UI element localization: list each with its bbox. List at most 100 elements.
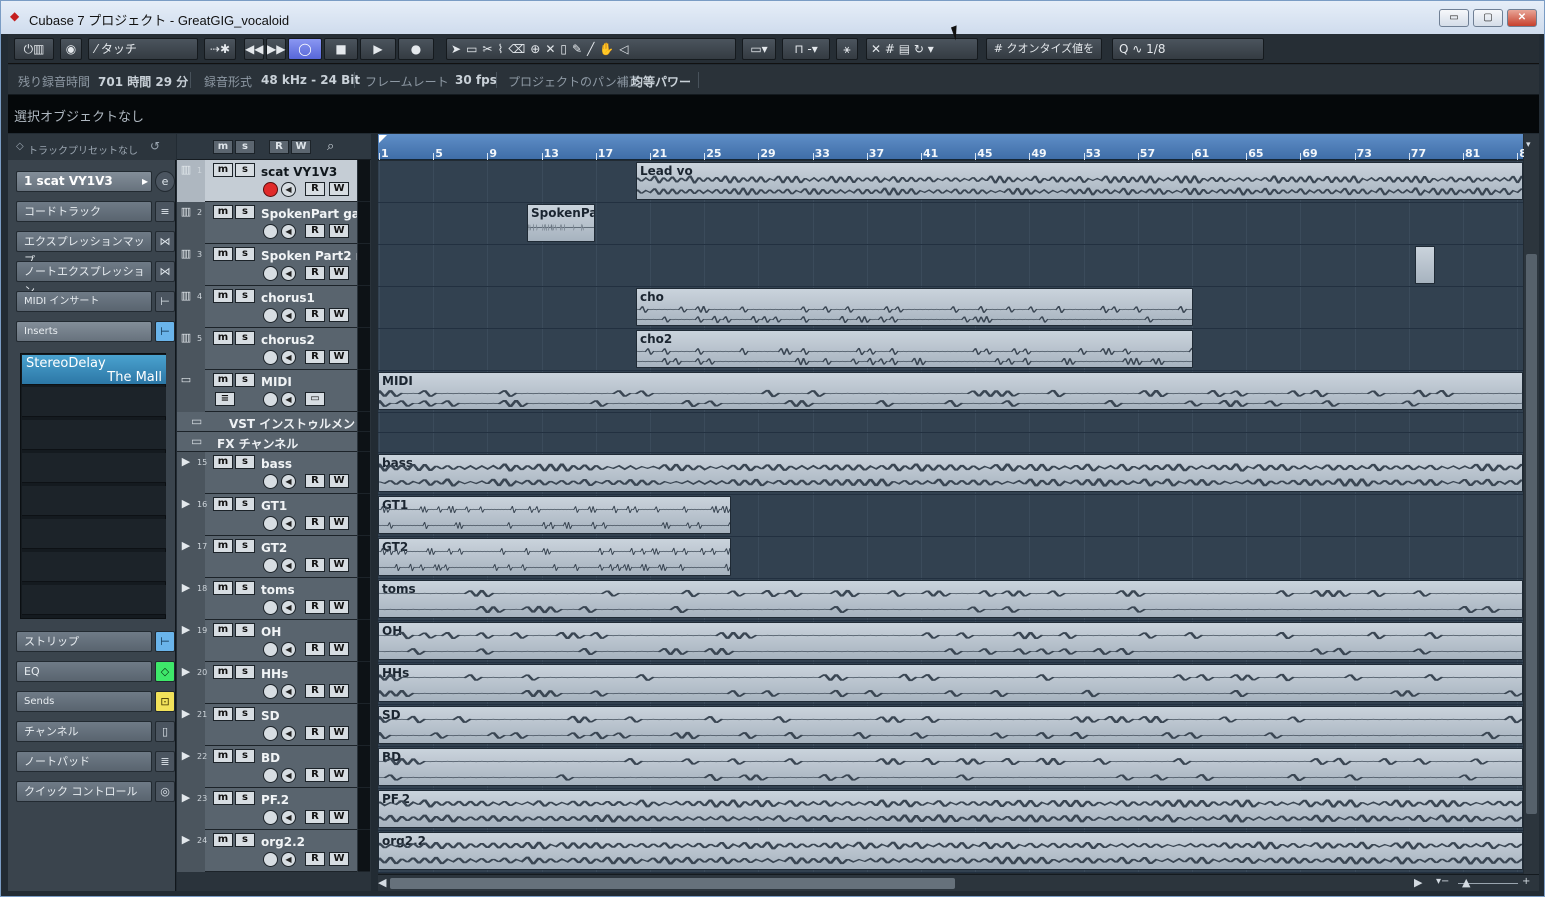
record-enable-icon[interactable]	[263, 810, 278, 825]
track-name[interactable]: chorus2	[261, 333, 357, 347]
solo-button[interactable]: s	[235, 331, 255, 345]
section-chord-track[interactable]: コードトラック	[16, 201, 152, 222]
write-automation-button[interactable]: W	[329, 768, 349, 782]
event-part[interactable]: OH	[378, 622, 1523, 660]
cycle-button[interactable]: ◯	[288, 38, 322, 60]
global-solo-button[interactable]: s	[235, 140, 255, 154]
section-strip[interactable]: ストリップ	[16, 631, 152, 652]
record-enable-icon[interactable]	[263, 308, 278, 323]
mute-button[interactable]: m	[213, 247, 233, 261]
track-row[interactable]: ▥ 5 m s chorus2 ◀ R W	[177, 328, 357, 370]
event-part[interactable]: bass	[378, 454, 1523, 492]
track-name[interactable]: org2.2	[261, 835, 357, 849]
solo-button[interactable]: s	[235, 455, 255, 469]
instrument-icon[interactable]: ▥	[179, 205, 193, 219]
solo-button[interactable]: s	[235, 623, 255, 637]
snap-controls[interactable]: ✕ # ▤ ↻ ▾	[866, 38, 978, 60]
track-name[interactable]: GT1	[261, 499, 357, 513]
event-part[interactable]: cho	[636, 288, 1193, 326]
expand-icon[interactable]: ▶	[179, 665, 193, 679]
monitor-icon[interactable]: ◀	[281, 852, 296, 867]
midi-insert-icon[interactable]: ⊢	[155, 291, 175, 312]
arrange-area[interactable]: Lead vo SpokenPar cho cho2 MIDI bass GT1 GT2 tom…	[378, 161, 1523, 873]
snap-icon[interactable]: ✕	[871, 42, 881, 56]
zoom-in-icon[interactable]: +	[1522, 876, 1530, 887]
mute-button[interactable]: m	[213, 331, 233, 345]
event-part[interactable]: cho2	[636, 330, 1193, 368]
automation-mode-select[interactable]: ⁄ タッチ	[88, 38, 198, 60]
snap-type-select[interactable]: ⊓ -▾	[782, 38, 830, 60]
track-row[interactable]: ▶ 22 m s BD ◀ R W	[177, 746, 357, 788]
mute-button[interactable]: m	[213, 833, 233, 847]
solo-button[interactable]: s	[235, 665, 255, 679]
frame-rate-value[interactable]: 30 fps	[455, 73, 497, 87]
time-warp-icon[interactable]: ▯	[560, 42, 572, 56]
rec-time-value[interactable]: 701 時間 29 分	[98, 73, 188, 90]
monitor-icon[interactable]: ◀	[281, 308, 296, 323]
erase-tool-icon[interactable]: ⌫	[508, 42, 530, 56]
insert-slot-6[interactable]	[22, 519, 166, 549]
auto-scroll-icon[interactable]: ⇢✱	[204, 38, 236, 60]
rec-format-value[interactable]: 48 kHz - 24 Bit	[261, 73, 360, 87]
read-automation-button[interactable]: R	[305, 516, 325, 530]
mute-button[interactable]: m	[213, 455, 233, 469]
expand-icon[interactable]: ▶	[179, 539, 193, 553]
quantize-preset-select[interactable]: # クオンタイズ値を	[986, 38, 1102, 60]
track-name[interactable]: chorus1	[261, 291, 357, 305]
quantize-value-select[interactable]: Q ∿ 1/8	[1112, 38, 1264, 60]
event-part[interactable]: BD	[378, 748, 1523, 786]
section-inserts[interactable]: Inserts	[16, 321, 152, 342]
insert-slot-7[interactable]	[22, 552, 166, 582]
hand-tool-icon[interactable]: ✋	[599, 42, 619, 56]
solo-button[interactable]: s	[235, 791, 255, 805]
record-enable-icon[interactable]	[263, 266, 278, 281]
read-automation-button[interactable]: R	[305, 600, 325, 614]
folder-icon[interactable]: ▭	[191, 414, 202, 428]
event-part[interactable]: toms	[378, 580, 1523, 618]
lock-icon[interactable]: ▭	[305, 392, 325, 406]
global-mute-button[interactable]: m	[213, 140, 233, 154]
activate-project-icon[interactable]: ⏻▥	[14, 38, 54, 60]
monitor-icon[interactable]: ◀	[281, 266, 296, 281]
maximize-button[interactable]: ▢	[1473, 9, 1503, 27]
midi-edit-icon[interactable]: ≡	[215, 392, 235, 406]
track-name[interactable]: Spoken Part2 me	[261, 249, 357, 263]
event-part[interactable]: MIDI	[378, 372, 1523, 410]
read-automation-button[interactable]: R	[305, 350, 325, 364]
minimize-button[interactable]: ▭	[1439, 9, 1469, 27]
monitor-icon[interactable]: ◀	[281, 474, 296, 489]
solo-button[interactable]: s	[235, 497, 255, 511]
scroll-right-icon[interactable]: ▶	[1414, 876, 1422, 889]
read-automation-button[interactable]: R	[305, 684, 325, 698]
track-row[interactable]: ▥ 2 ms SpokenPart gaku ◀ RW	[177, 202, 357, 244]
record-enable-icon[interactable]	[263, 726, 278, 741]
insert-slot-2[interactable]	[22, 387, 166, 417]
track-name[interactable]: BD	[261, 751, 357, 765]
track-name[interactable]: bass	[261, 457, 357, 471]
section-expression-map[interactable]: エクスプレッションマップ	[16, 231, 152, 267]
write-automation-button[interactable]: W	[329, 350, 349, 364]
insert-slot-5[interactable]	[22, 486, 166, 516]
edit-instrument-icon[interactable]: e	[155, 171, 175, 192]
monitor-icon[interactable]: ◀	[281, 516, 296, 531]
section-note-expression[interactable]: ノートエクスプレッション	[16, 261, 152, 297]
track-name[interactable]: SD	[261, 709, 357, 723]
mute-button[interactable]: m	[213, 539, 233, 553]
track-row[interactable]: ▥ 3 ms Spoken Part2 me ◀ RW	[177, 244, 357, 286]
mute-button[interactable]: m	[213, 289, 233, 303]
search-icon[interactable]: ⌕	[327, 139, 334, 154]
expand-icon[interactable]: ▶	[179, 581, 193, 595]
track-row[interactable]: ▥ 4 m s chorus1 ◀ R W	[177, 286, 357, 328]
record-enable-icon[interactable]	[263, 182, 278, 197]
track-name[interactable]: SpokenPart gaku	[261, 207, 357, 221]
split-tool-icon[interactable]: ✂	[482, 42, 497, 56]
track-row[interactable]: ▶ 20 m s HHs ◀ R W	[177, 662, 357, 704]
track-lane[interactable]	[378, 413, 1523, 433]
instrument-icon[interactable]: ▥	[179, 247, 193, 261]
event-part[interactable]: GT1	[378, 496, 731, 534]
track-name[interactable]: toms	[261, 583, 357, 597]
record-enable-icon[interactable]	[263, 350, 278, 365]
notepad-icon[interactable]: ≣	[155, 751, 175, 772]
sends-icon[interactable]: ⊡	[155, 691, 175, 712]
write-automation-button[interactable]: W	[329, 308, 349, 322]
